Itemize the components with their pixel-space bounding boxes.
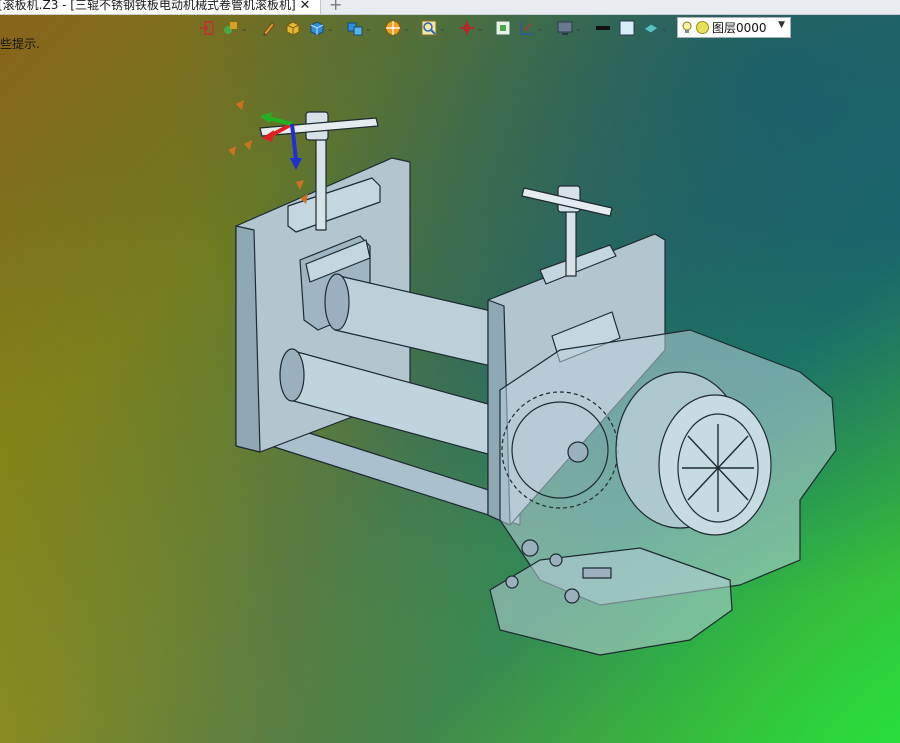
model-viewport[interactable]	[0, 0, 900, 743]
axis-triad[interactable]	[228, 100, 308, 204]
